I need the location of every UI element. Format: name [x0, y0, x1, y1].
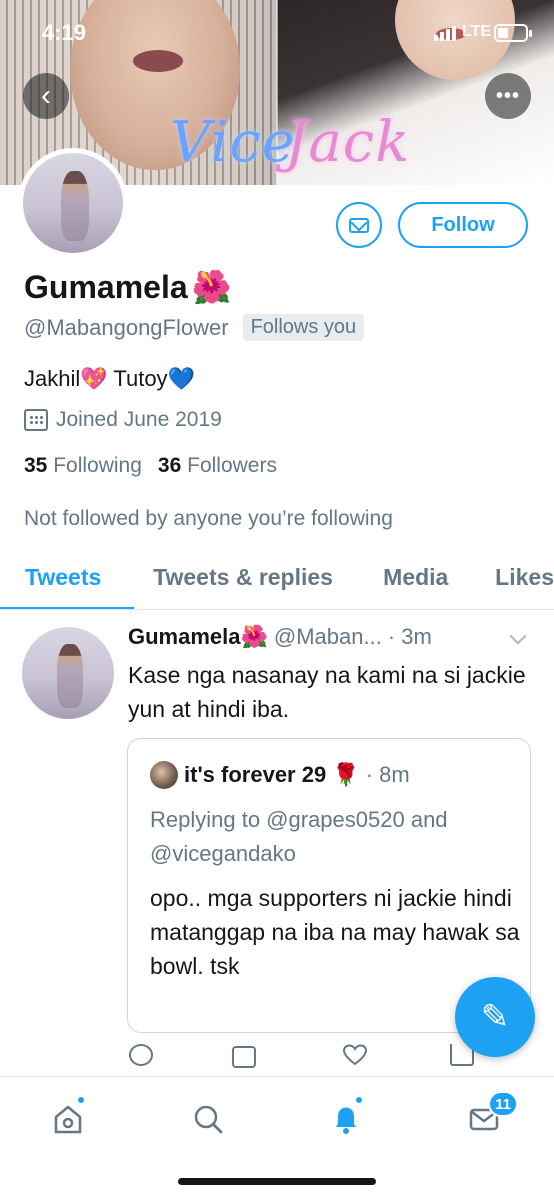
status-bar: 4:19 LTE	[0, 0, 554, 66]
status-time: 4:19	[42, 20, 87, 45]
avatar-figure	[56, 643, 83, 708]
notifications-icon	[336, 1107, 356, 1134]
battery-icon	[494, 24, 532, 42]
tab-likes[interactable]: Likes	[475, 556, 554, 609]
quote-avatar	[150, 761, 178, 789]
follow-counts: 35 Following 36 Followers	[24, 454, 277, 478]
tweet-text: Kase nga nasanay na kami na si jackie yu…	[128, 662, 526, 722]
quote-text: opo.. mga supporters ni jackie hindi mat…	[150, 885, 520, 979]
more-icon: •••	[495, 84, 520, 107]
search-icon	[194, 1105, 223, 1134]
following-link[interactable]: 35 Following	[24, 454, 142, 478]
mail-icon	[349, 217, 369, 233]
follow-button[interactable]: Follow	[398, 202, 528, 248]
joined-date: Joined June 2019	[24, 408, 222, 432]
profile-bio: Jakhil💖 Tutoy💙	[24, 366, 195, 391]
followers-count: 36	[157, 454, 182, 477]
following-count: 35	[24, 454, 48, 477]
back-button[interactable]: ‹	[23, 73, 69, 119]
tab-tweets[interactable]: Tweets	[0, 556, 135, 609]
tweet-author-handle: @Maban...	[273, 624, 382, 649]
network-label: LTE	[462, 23, 492, 40]
home-unread-dot	[76, 1095, 86, 1105]
nav-search[interactable]	[188, 1099, 228, 1139]
quote-timestamp: · 8m	[365, 762, 410, 787]
home-indicator	[178, 1178, 376, 1185]
profile-avatar[interactable]	[18, 148, 128, 258]
tweet-header: Gumamela🌺 @Maban... · 3m	[128, 624, 538, 650]
follows-you-badge: Follows you	[242, 314, 365, 341]
tweet-author-name: Gumamela🌺	[128, 624, 268, 649]
home-icon	[54, 1105, 82, 1134]
nav-notifications[interactable]	[326, 1095, 366, 1139]
tab-tweets-replies[interactable]: Tweets & replies	[134, 556, 365, 609]
profile-tabs: Tweets Tweets & replies Media Likes	[0, 556, 554, 610]
followers-label: Followers	[187, 454, 277, 477]
not-followed-note: Not followed by anyone you’re following	[24, 507, 393, 530]
flower-emoji: 🌺	[191, 269, 232, 305]
compose-button[interactable]: ✎	[455, 977, 535, 1057]
profile-handle: @MabangongFlower	[24, 314, 229, 340]
tweet-timestamp: · 3m	[387, 624, 432, 649]
tab-media[interactable]: Media	[365, 556, 475, 609]
avatar-figure	[61, 171, 89, 241]
signal-icon	[434, 26, 456, 41]
profile-name: Gumamela 🌺	[24, 268, 231, 306]
tweet-avatar[interactable]	[22, 627, 114, 719]
quote-replying-to: Replying to @grapes0520 and @vicegandako	[150, 807, 448, 866]
banner-text-vice: Vice	[170, 110, 296, 175]
followers-link[interactable]: 36 Followers	[158, 454, 277, 478]
retweet-icon[interactable]	[232, 1046, 256, 1068]
calendar-icon	[24, 409, 48, 431]
following-label: Following	[53, 454, 142, 477]
joined-text: Joined June 2019	[56, 408, 222, 431]
profile-name-text: Gumamela	[24, 268, 188, 305]
messages-badge: 11	[488, 1091, 518, 1117]
quote-author-name: it's forever 29 🌹	[184, 762, 360, 787]
banner-text-jack: Jack	[285, 110, 411, 175]
more-button[interactable]: •••	[485, 73, 531, 119]
reply-icon[interactable]	[129, 1044, 153, 1066]
compose-icon: ✎	[480, 998, 510, 1036]
like-icon[interactable]	[342, 1044, 368, 1066]
back-icon: ‹	[41, 79, 51, 112]
message-button[interactable]	[336, 202, 382, 248]
nav-home[interactable]	[48, 1095, 88, 1139]
notifications-unread-dot	[354, 1095, 364, 1105]
quote-header: it's forever 29 🌹 · 8m	[150, 761, 410, 789]
handle-row: @MabangongFlower Follows you	[24, 314, 365, 341]
